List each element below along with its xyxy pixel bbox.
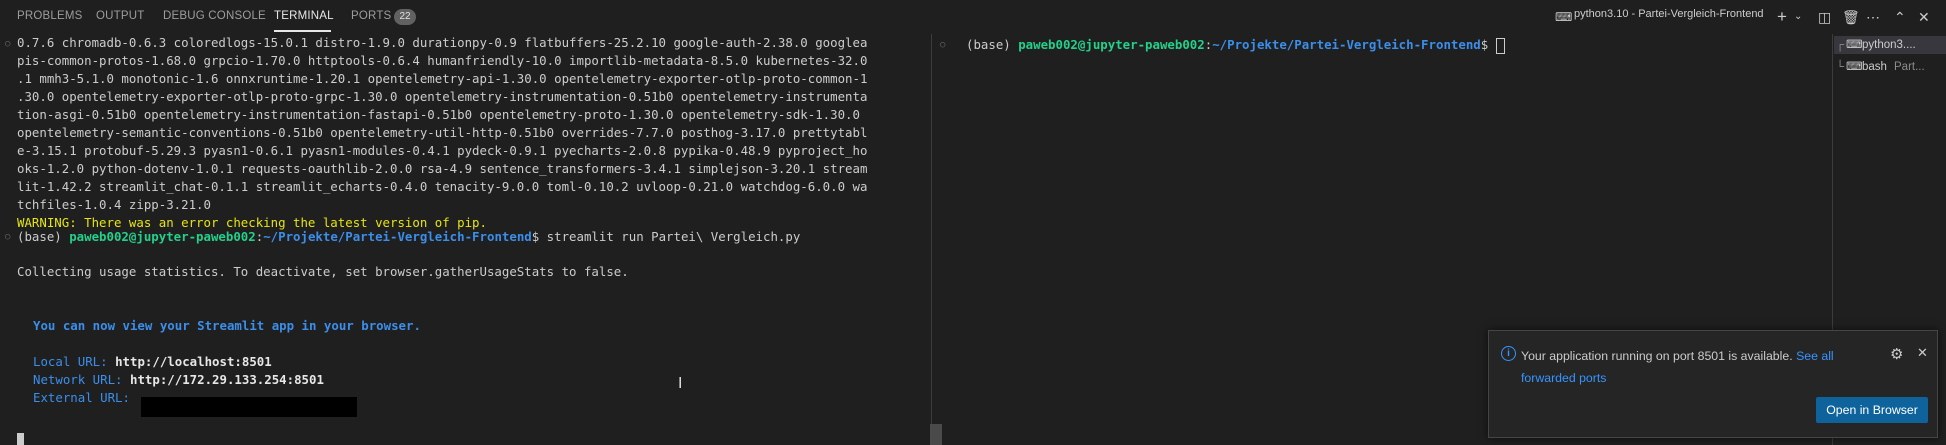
prompt-line: (base) paweb002@jupyter-paweb002:~/Proje… [17, 228, 800, 246]
ibeam-cursor-icon: I [678, 375, 683, 392]
trash-icon[interactable]: 🗑 [1842, 8, 1860, 26]
network-url-link[interactable]: http://172.29.133.254:8501 [130, 372, 324, 387]
open-in-browser-button[interactable]: Open in Browser [1816, 397, 1928, 423]
local-url-link[interactable]: http://localhost:8501 [115, 354, 272, 369]
terminal-list-item-python[interactable]: ┌ ⌨ python3.... [1834, 36, 1946, 54]
terminal-list-item-bash[interactable]: └ ⌨ bash Part... [1834, 58, 1946, 76]
notification-message: Your application running on port 8501 is… [1521, 349, 1793, 363]
prompt-line: (base) paweb002@jupyter-paweb002:~/Proje… [966, 36, 1505, 54]
prompt-dollar: $ [531, 229, 547, 244]
gutter-marker: ○ [940, 40, 946, 50]
network-url-line: Network URL: http://172.29.133.254:8501 [33, 371, 324, 389]
output-line: tchfiles-1.0.4 zipp-3.21.0 [17, 197, 211, 212]
prompt-env: (base) [966, 37, 1019, 52]
terminal-cursor [17, 433, 24, 445]
tree-connector-icon: ┌ [1836, 39, 1845, 51]
collecting-message: Collecting usage statistics. To deactiva… [17, 264, 629, 279]
gutter-marker: ○ [5, 39, 11, 49]
terminal-icon: ⌨ [1555, 10, 1573, 24]
output-line: lit-1.42.2 streamlit_chat-0.1.1 streamli… [17, 179, 868, 194]
external-url-label: External URL: [33, 390, 138, 405]
output-line: tion-asgi-0.51b0 opentelemetry-instrumen… [17, 107, 860, 122]
redacted-external-url [141, 397, 357, 417]
prompt-path: ~/Projekte/Partei-Vergleich-Frontend [1212, 37, 1481, 52]
tab-debug-console[interactable]: DEBUG CONSOLE [163, 10, 266, 22]
local-url-line: Local URL: http://localhost:8501 [33, 353, 272, 371]
gear-icon[interactable]: ⚙ [1890, 345, 1903, 363]
output-line: .30.0 opentelemetry-exporter-otlp-proto-… [17, 89, 868, 104]
prompt-env: (base) [17, 229, 70, 244]
prompt-dollar: $ [1480, 37, 1496, 52]
active-tab-indicator [274, 30, 331, 32]
terminal-icon: ⌨ [1846, 39, 1863, 51]
terminal-list-label: python3.... [1862, 39, 1916, 51]
close-icon[interactable]: ✕ [1918, 8, 1930, 26]
port-forward-notification: i Your application running on port 8501 … [1488, 330, 1938, 438]
hollow-cursor [1495, 37, 1505, 54]
prompt-user: paweb002@jupyter-paweb002 [69, 229, 256, 244]
command-text: streamlit run Partei\ Vergleich.py [546, 229, 801, 244]
plus-icon[interactable]: + [1777, 8, 1787, 26]
network-url-label: Network URL: [33, 372, 130, 387]
tab-output[interactable]: OUTPUT [96, 10, 144, 22]
gutter-marker: ○ [5, 232, 11, 242]
output-line: oks-1.2.0 python-dotenv-1.0.1 requests-o… [17, 161, 868, 176]
tab-ports[interactable]: PORTS [351, 10, 391, 22]
split-icon[interactable]: ◫ [1818, 8, 1831, 26]
terminal-list-sub: Part... [1894, 61, 1925, 73]
output-line: pis-common-protos-1.68.0 grpcio-1.70.0 h… [17, 53, 868, 68]
chevron-down-icon[interactable]: ⌄ [1794, 8, 1802, 26]
prompt-user: paweb002@jupyter-paweb002 [1018, 37, 1205, 52]
ellipsis-icon[interactable]: ⋯ [1866, 8, 1880, 26]
terminal-left[interactable]: ○ 0.7.6 chromadb-0.6.3 coloredlogs-15.0.… [0, 34, 930, 445]
output-line: .1 mmh3-5.1.0 monotonic-1.6 onnxruntime-… [17, 71, 868, 86]
local-url-label: Local URL: [33, 354, 116, 369]
tree-connector-icon: └ [1836, 61, 1845, 73]
terminal-list-label: bash [1862, 61, 1887, 73]
panel-tab-bar: PROBLEMS OUTPUT DEBUG CONSOLE TERMINAL P… [0, 0, 1946, 34]
terminal-icon: ⌨ [1846, 61, 1863, 73]
output-line: e-3.15.1 protobuf-5.29.3 pyasn1-0.6.1 py… [17, 143, 868, 158]
output-line: 0.7.6 chromadb-0.6.3 coloredlogs-15.0.1 … [17, 35, 868, 50]
prompt-path: ~/Projekte/Partei-Vergleich-Frontend [263, 229, 532, 244]
output-line: opentelemetry-semantic-conventions-0.51b… [17, 125, 868, 140]
close-icon[interactable]: ✕ [1917, 345, 1928, 361]
tab-terminal[interactable]: TERMINAL [274, 10, 334, 22]
info-icon: i [1501, 346, 1516, 361]
terminal-title[interactable]: python3.10 - Partei-Vergleich-Frontend [1574, 8, 1764, 26]
tab-problems[interactable]: PROBLEMS [17, 10, 83, 22]
notification-text: Your application running on port 8501 is… [1521, 345, 1861, 389]
chevron-up-icon[interactable]: ⌃ [1894, 8, 1906, 26]
external-url-line: External URL: [33, 389, 137, 407]
streamlit-view-message: You can now view your Streamlit app in y… [33, 318, 421, 333]
ports-count-badge: 22 [394, 9, 416, 25]
